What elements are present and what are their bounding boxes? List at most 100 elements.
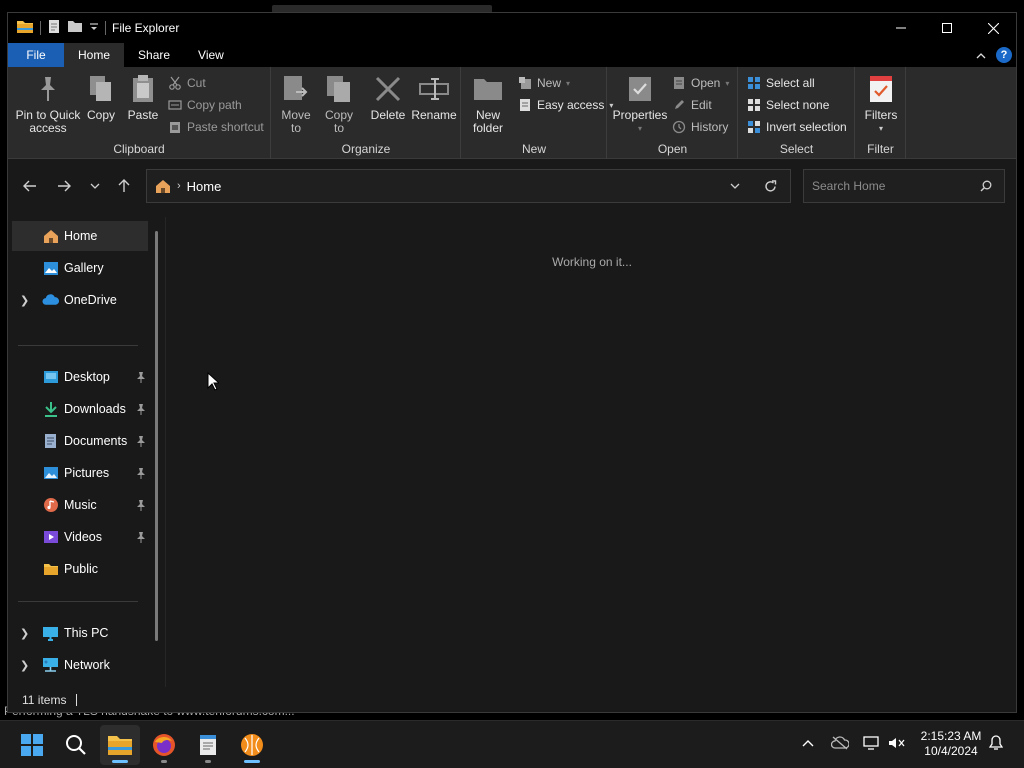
nav-item-this-pc[interactable]: ❯ This PC (12, 618, 148, 648)
select-group: Select all Select none Invert selection … (739, 67, 855, 159)
expand-chevron-icon[interactable]: ❯ (20, 294, 29, 307)
customize-quick-access-icon[interactable] (89, 21, 99, 35)
select-all-button[interactable]: Select all (747, 73, 815, 93)
filters-button[interactable]: Filters ▾ (862, 73, 900, 135)
paste-button[interactable]: Paste (126, 73, 160, 122)
taskbar-firefox[interactable] (144, 725, 184, 765)
tab-view[interactable]: View (184, 43, 238, 67)
history-button[interactable]: History (672, 117, 728, 137)
breadcrumb-home[interactable]: Home (187, 179, 222, 194)
nav-item-videos[interactable]: Videos (12, 522, 148, 552)
expand-chevron-icon[interactable]: ❯ (20, 627, 29, 640)
search-box[interactable] (803, 169, 1005, 203)
download-arrow-icon (42, 401, 59, 418)
properties-quick-icon[interactable] (47, 19, 61, 37)
new-folder-quick-icon[interactable] (67, 20, 83, 36)
nav-item-public[interactable]: Public (12, 554, 148, 584)
nav-item-network[interactable]: ❯ Network (12, 650, 148, 680)
videos-icon (42, 529, 59, 546)
paste-icon (127, 73, 159, 105)
taskbar-orange-app[interactable] (232, 725, 272, 765)
copy-path-button[interactable]: Copy path (168, 95, 242, 115)
up-button[interactable] (112, 174, 136, 198)
title-bar: File Explorer (8, 13, 1016, 43)
help-icon[interactable]: ? (996, 47, 1012, 63)
pin-icon (136, 403, 146, 415)
nav-item-music[interactable]: Music (12, 490, 148, 520)
copy-path-icon (168, 98, 182, 112)
open-group: Properties ▾ Open ▾ Edit History Open (608, 67, 738, 159)
scissors-icon (168, 76, 182, 90)
easy-access-button[interactable]: Easy access ▾ (518, 95, 613, 115)
move-to-icon (280, 73, 312, 105)
close-button[interactable] (970, 13, 1016, 43)
collapse-ribbon-icon[interactable] (976, 48, 986, 62)
nav-item-desktop[interactable]: Desktop (12, 362, 148, 392)
copy-button[interactable]: Copy (86, 73, 116, 122)
network-disconnected-icon[interactable] (861, 731, 883, 755)
select-none-icon (747, 98, 761, 112)
move-to-button[interactable]: Move to (278, 73, 314, 135)
address-bar[interactable]: › Home (146, 169, 791, 203)
search-input[interactable] (812, 179, 972, 193)
pin-icon (136, 435, 146, 447)
new-item-button[interactable]: New ▾ (518, 73, 570, 93)
new-folder-button[interactable]: New folder (468, 73, 508, 135)
taskbar-file-explorer[interactable] (100, 725, 140, 765)
file-list-area[interactable]: Working on it... (166, 217, 1016, 687)
file-explorer-window: File Explorer File Home Share View ? Pin… (7, 12, 1017, 713)
navigation-pane-scrollbar[interactable] (155, 231, 158, 641)
show-hidden-icons-button[interactable] (797, 731, 819, 755)
cut-button[interactable]: Cut (168, 73, 206, 93)
minimize-button[interactable] (878, 13, 924, 43)
search-icon[interactable] (980, 180, 992, 192)
forward-button[interactable] (52, 174, 76, 198)
recent-locations-button[interactable] (83, 174, 107, 198)
select-none-button[interactable]: Select none (747, 95, 829, 115)
notifications-bell-icon[interactable] (985, 731, 1007, 755)
onedrive-offline-icon[interactable] (829, 731, 851, 755)
maximize-button[interactable] (924, 13, 970, 43)
address-dropdown-icon[interactable] (730, 183, 740, 189)
open-button[interactable]: Open ▾ (672, 73, 729, 93)
nav-item-downloads[interactable]: Downloads (12, 394, 148, 424)
volume-muted-icon[interactable] (886, 731, 908, 755)
tab-file[interactable]: File (8, 43, 64, 67)
rename-button[interactable]: Rename (411, 73, 457, 122)
organize-group: Move to Copy to Delete Rename Organize (272, 67, 461, 159)
paste-shortcut-button[interactable]: Paste shortcut (168, 117, 264, 137)
copy-icon (85, 73, 117, 105)
delete-button[interactable]: Delete (370, 73, 406, 122)
back-button[interactable] (18, 174, 42, 198)
pin-to-quick-access-button[interactable]: Pin to Quick access (14, 73, 82, 135)
nav-item-pictures[interactable]: Pictures (12, 458, 148, 488)
properties-button[interactable]: Properties ▾ (612, 73, 668, 135)
copy-to-button[interactable]: Copy to (322, 73, 356, 135)
nav-item-documents[interactable]: Documents (12, 426, 148, 456)
delete-icon (372, 73, 404, 105)
edit-button[interactable]: Edit (672, 95, 712, 115)
nav-item-onedrive[interactable]: ❯ OneDrive (12, 285, 148, 315)
system-clock[interactable]: 2:15:23 AM 10/4/2024 (916, 729, 986, 759)
navigation-bar: › Home (8, 160, 1016, 214)
invert-selection-icon (747, 120, 761, 134)
pin-icon (32, 73, 64, 105)
gallery-icon (42, 260, 59, 277)
filters-icon (865, 73, 897, 105)
dropdown-arrow-icon: ▾ (725, 78, 730, 88)
loading-message: Working on it... (552, 255, 632, 269)
start-button[interactable] (12, 725, 52, 765)
nav-item-gallery[interactable]: Gallery (12, 253, 148, 283)
tab-home[interactable]: Home (64, 43, 125, 67)
pin-icon (136, 531, 146, 543)
clock-date: 10/4/2024 (924, 744, 978, 758)
select-group-label: Select (779, 142, 814, 156)
taskbar-notepad[interactable] (188, 725, 228, 765)
expand-chevron-icon[interactable]: ❯ (20, 659, 29, 672)
invert-selection-button[interactable]: Invert selection (747, 117, 847, 137)
tab-share[interactable]: Share (124, 43, 184, 67)
refresh-button[interactable] (758, 174, 782, 198)
nav-item-home[interactable]: Home (12, 221, 148, 251)
home-icon (155, 179, 171, 194)
taskbar-search-button[interactable] (56, 725, 96, 765)
